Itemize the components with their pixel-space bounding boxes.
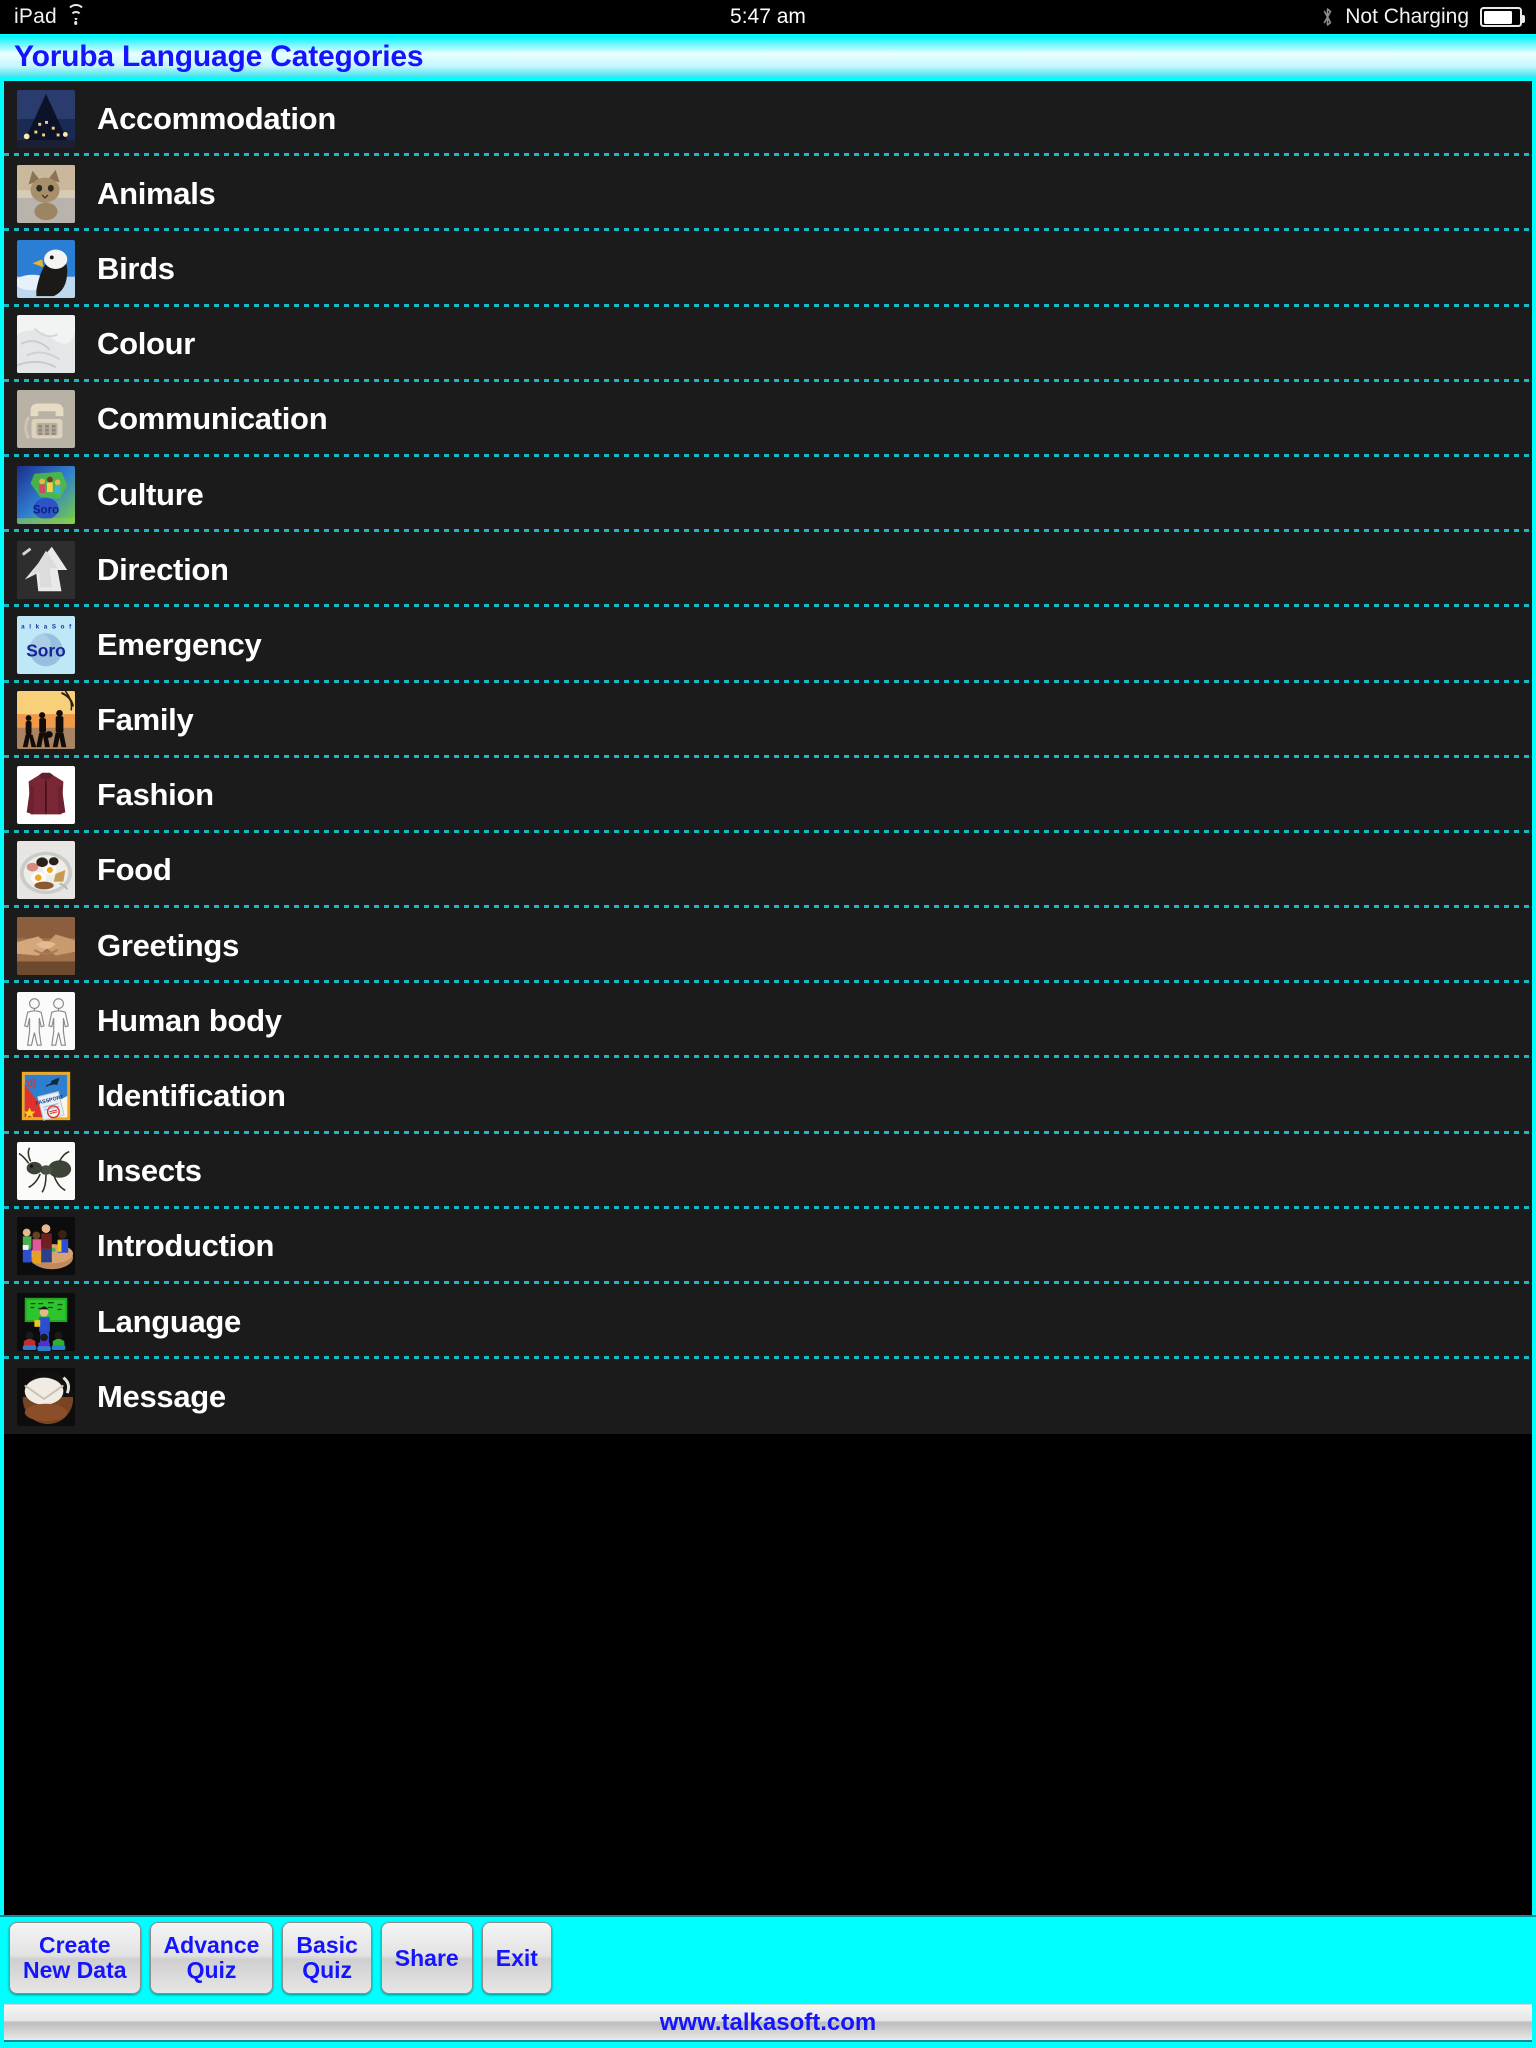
breakfast-plate-thumbnail <box>17 841 75 900</box>
category-row-label: Language <box>97 1303 242 1339</box>
category-row[interactable]: Message <box>4 1359 1532 1435</box>
category-row[interactable]: Birds <box>4 231 1532 307</box>
category-row-label: Human body <box>97 1002 282 1038</box>
category-row[interactable]: Greetings <box>4 908 1532 984</box>
exit-button[interactable]: Exit <box>481 1922 552 1994</box>
white-fabric-thumbnail <box>17 315 75 374</box>
category-row[interactable]: Introduction <box>4 1208 1532 1285</box>
people-meeting-thumbnail <box>17 1217 75 1276</box>
page-title: Yoruba Language Categories <box>14 40 424 73</box>
category-row-label: Message <box>97 1378 226 1414</box>
category-row-label: Direction <box>97 551 229 587</box>
human-body-diagram-thumbnail <box>17 991 75 1050</box>
category-row-label: Fashion <box>97 777 214 813</box>
soro-culture-thumbnail: Soro <box>17 465 75 524</box>
hotel-building-thumbnail <box>17 89 75 148</box>
talkasoft-soro-logo-thumbnail: T a l k a S o f t Soro <box>17 615 75 674</box>
category-row[interactable]: PASSPORT Identification <box>4 1058 1532 1134</box>
advance-quiz-button[interactable]: Advance Quiz <box>149 1922 274 1994</box>
ant-thumbnail <box>17 1142 75 1201</box>
category-row[interactable]: Accommodation <box>4 81 1532 157</box>
category-row-label: Food <box>97 852 172 888</box>
category-row-label: Insects <box>97 1153 202 1189</box>
category-row[interactable]: T a l k a S o f t Soro Emergency <box>4 607 1532 683</box>
category-row-label: Communication <box>97 401 328 437</box>
teacher-classroom-thumbnail <box>17 1292 75 1351</box>
category-row[interactable]: Family <box>4 682 1532 758</box>
bottom-toolbar: Create New Data Advance Quiz Basic Quiz Sha… <box>0 1915 1536 1999</box>
category-row[interactable]: Insects <box>4 1133 1532 1210</box>
page-title-bar: Yoruba Language Categories <box>0 34 1536 81</box>
create-new-data-button[interactable]: Create New Data <box>9 1922 141 1994</box>
app-root: iPad 5:47 am Not Charging Yoruba Languag… <box>0 0 1536 2048</box>
bluetooth-icon <box>1321 6 1334 28</box>
category-row-label: Animals <box>97 175 216 211</box>
battery-status-label: Not Charging <box>1345 5 1469 28</box>
category-row-label: Culture <box>97 476 204 512</box>
svg-text:Soro: Soro <box>26 641 66 661</box>
category-row-label: Family <box>97 702 194 738</box>
category-row[interactable]: Communication <box>4 381 1532 458</box>
category-row[interactable]: Language <box>4 1284 1532 1360</box>
telephone-thumbnail <box>17 390 75 449</box>
category-row[interactable]: Direction <box>4 532 1532 608</box>
category-row-label: Identification <box>97 1078 286 1114</box>
category-row[interactable]: Soro Culture <box>4 456 1532 533</box>
eagle-thumbnail <box>17 239 75 298</box>
share-button[interactable]: Share <box>380 1922 473 1994</box>
status-bar-right: Not Charging <box>1321 5 1525 29</box>
category-list-container[interactable]: Accommodation Animals Birds Colour Communica… <box>0 81 1536 1915</box>
handshake-thumbnail <box>17 916 75 975</box>
category-row-label: Accommodation <box>97 100 336 136</box>
category-row-label: Greetings <box>97 927 240 963</box>
footer-inner: www.talkasoft.com <box>4 2004 1532 2042</box>
svg-text:T a l k a S o f t: T a l k a S o f t <box>17 623 75 630</box>
svg-text:Soro: Soro <box>33 503 59 516</box>
category-row[interactable]: Animals <box>4 156 1532 232</box>
category-row-label: Emergency <box>97 626 262 662</box>
passport-stamp-thumbnail: PASSPORT <box>17 1067 75 1126</box>
footer-bar: www.talkasoft.com <box>0 1999 1536 2048</box>
website-link[interactable]: www.talkasoft.com <box>660 2009 877 2037</box>
category-row-label: Introduction <box>97 1228 275 1264</box>
family-silhouette-sunset-thumbnail <box>17 691 75 750</box>
category-row-label: Colour <box>97 326 196 362</box>
wifi-icon <box>66 4 86 25</box>
category-row[interactable]: Fashion <box>4 757 1532 834</box>
basic-quiz-button[interactable]: Basic Quiz <box>282 1922 372 1994</box>
category-row[interactable]: Food <box>4 832 1532 909</box>
arrow-road-marking-thumbnail <box>17 540 75 599</box>
cat-thumbnail <box>17 164 75 223</box>
category-row-label: Birds <box>97 250 175 286</box>
clock-label: 5:47 am <box>730 5 806 28</box>
category-row[interactable]: Colour <box>4 306 1532 382</box>
status-bar-left: iPad <box>14 4 86 29</box>
device-name-label: iPad <box>14 5 57 28</box>
envelope-pen-thumbnail <box>17 1367 75 1426</box>
category-list: Accommodation Animals Birds Colour Communica… <box>4 81 1532 1435</box>
battery-icon <box>1480 7 1525 27</box>
leather-jacket-thumbnail <box>17 766 75 825</box>
category-row[interactable]: Human body <box>4 983 1532 1059</box>
status-bar: iPad 5:47 am Not Charging <box>0 0 1536 34</box>
